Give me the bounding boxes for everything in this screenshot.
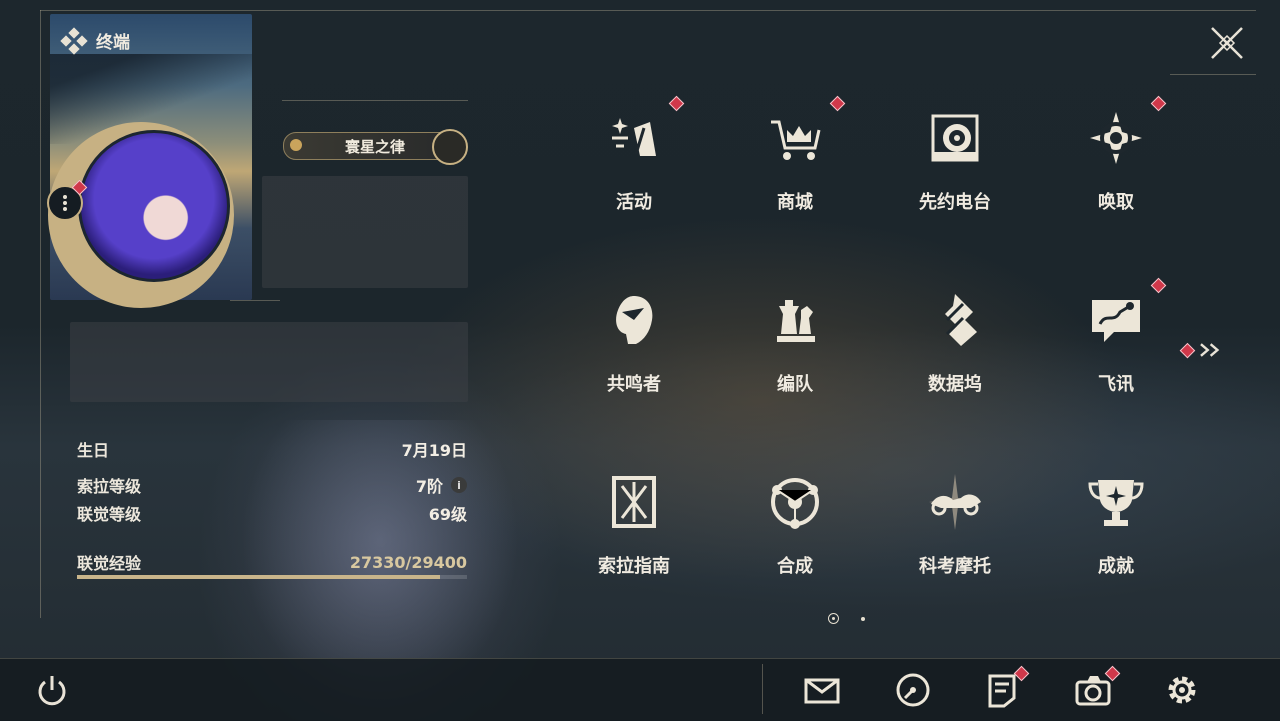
radio-record-icon: [931, 114, 979, 162]
page-dot-active[interactable]: [828, 613, 839, 624]
birthday-label: 生日: [77, 441, 110, 460]
menu-item-label: 活动: [616, 192, 652, 213]
mail-button[interactable]: [802, 670, 842, 710]
camera-button[interactable]: [1073, 665, 1121, 710]
notification-badge: [668, 95, 685, 112]
union-exp-label: 联觉经验: [77, 554, 142, 573]
synthesis-icon: [771, 478, 819, 529]
menu-item-data-dock[interactable]: 数据坞: [885, 274, 1025, 424]
power-icon: [38, 676, 66, 706]
menu-item-label: 飞讯: [1098, 374, 1134, 395]
menu-item-chat-message[interactable]: 飞讯: [1046, 274, 1186, 424]
shop-cart-icon: [771, 120, 821, 160]
info-icon[interactable]: i: [451, 477, 467, 493]
settings-gear-icon: [1168, 676, 1196, 704]
frame-left-line: [40, 10, 41, 618]
more-dots-icon: [63, 195, 67, 211]
sol-level-value: 7阶: [415, 477, 443, 496]
activity-icon: [612, 118, 656, 156]
menu-item-guidebook[interactable]: 索拉指南: [564, 456, 704, 606]
chess-team-icon: [777, 300, 815, 342]
clock-icon: [896, 673, 930, 707]
menu-item-label: 编队: [777, 374, 813, 395]
player-title-badge[interactable]: 寰星之律: [283, 129, 468, 165]
menu-item-radio-record[interactable]: 先约电台: [885, 92, 1025, 242]
double-chevron-right-icon: [1199, 343, 1220, 357]
settings-gear-button[interactable]: [1162, 670, 1202, 710]
resonator-head-icon: [616, 296, 653, 344]
motorcycle-icon: [929, 474, 981, 530]
menu-item-activity[interactable]: 活动: [564, 92, 704, 242]
union-exp-bar: [77, 575, 467, 579]
menu-item-label: 成就: [1098, 556, 1134, 577]
birthday-row: 生日 7月19日: [77, 437, 467, 461]
union-level-value: 69级: [428, 505, 467, 524]
notice-button[interactable]: [982, 665, 1030, 710]
menu-item-label: 共鸣者: [607, 374, 661, 395]
union-level-row: 联觉等级 69级: [77, 501, 467, 525]
notification-badge: [829, 95, 846, 112]
page-dot[interactable]: [861, 616, 865, 621]
power-button[interactable]: [32, 670, 72, 710]
next-page-button[interactable]: [1179, 338, 1222, 362]
menu-item-resonator-head[interactable]: 共鸣者: [564, 274, 704, 424]
union-exp-row: 联觉经验 27330/29400: [77, 550, 467, 574]
menu-item-label: 唤取: [1098, 192, 1134, 213]
notification-badge: [1150, 277, 1167, 294]
frame-divider-line: [282, 100, 468, 101]
title-orb-icon: [432, 129, 468, 165]
guidebook-icon: [612, 476, 656, 528]
avatar[interactable]: [78, 130, 230, 282]
sol-level-row: 索拉等级 7阶 i: [77, 473, 467, 497]
player-name-blurred: [262, 176, 468, 288]
page-indicator: [828, 613, 865, 624]
terminal-logo-icon: [60, 26, 88, 55]
birthday-value: 7月19日: [401, 441, 467, 460]
mail-icon: [804, 678, 840, 704]
panel-header: 终端: [60, 26, 130, 55]
notification-badge: [1150, 95, 1167, 112]
menu-item-trophy[interactable]: 成就: [1046, 456, 1186, 606]
union-exp-fill: [77, 575, 440, 579]
menu-item-shop-cart[interactable]: 商城: [725, 92, 865, 242]
frame-avatar-line: [230, 300, 280, 301]
chat-message-icon: [1092, 300, 1140, 342]
next-page-badge: [1179, 342, 1196, 358]
close-icon: [1211, 27, 1243, 59]
convene-compass-icon: [1090, 112, 1142, 164]
bottom-divider: [762, 664, 763, 714]
player-title: 寰星之律: [344, 137, 405, 156]
menu-item-label: 合成: [777, 556, 813, 577]
union-level-label: 联觉等级: [77, 505, 142, 524]
menu-item-label: 先约电台: [919, 192, 991, 213]
menu-item-chess-team[interactable]: 编队: [725, 274, 865, 424]
clock-button[interactable]: [893, 670, 933, 710]
menu-item-synthesis[interactable]: 合成: [725, 456, 865, 606]
panel-title: 终端: [96, 33, 130, 53]
menu-item-label: 商城: [777, 192, 813, 213]
frame-right-line: [1170, 74, 1256, 75]
union-exp-value: 27330/29400: [349, 552, 467, 572]
sol-level-label: 索拉等级: [77, 477, 142, 496]
menu-item-label: 索拉指南: [598, 556, 670, 577]
frame-top-line: [40, 10, 1256, 11]
menu-item-label: 科考摩托: [919, 556, 991, 577]
menu-item-convene-compass[interactable]: 唤取: [1046, 92, 1186, 242]
menu-item-label: 数据坞: [928, 374, 982, 395]
data-dock-icon: [945, 294, 977, 346]
trophy-icon: [1088, 480, 1144, 526]
spark-icon: [290, 139, 302, 151]
menu-item-motorcycle[interactable]: 科考摩托: [885, 456, 1025, 606]
close-button[interactable]: [1208, 24, 1246, 62]
signature-blurred: [70, 322, 468, 402]
